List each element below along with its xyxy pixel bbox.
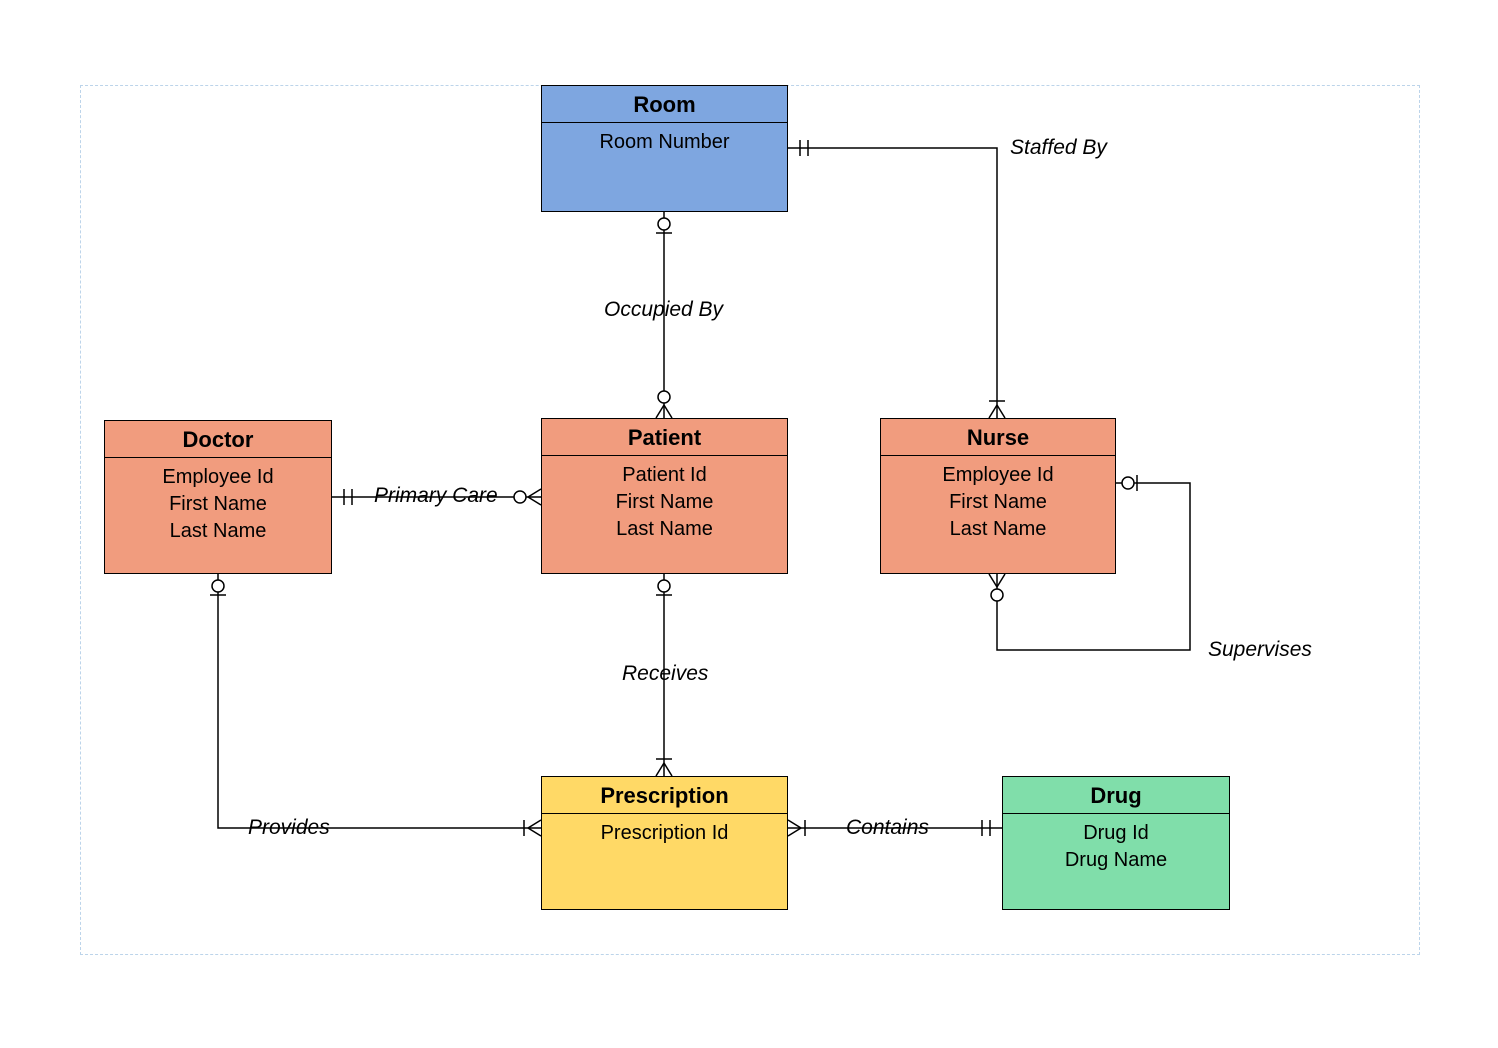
entity-doctor-attrs: Employee Id First Name Last Name xyxy=(105,458,331,551)
entity-nurse-attrs: Employee Id First Name Last Name xyxy=(881,456,1115,549)
rel-contains-label: Contains xyxy=(846,816,929,840)
rel-occupied-by-label: Occupied By xyxy=(604,298,723,322)
entity-nurse-title: Nurse xyxy=(881,419,1115,456)
entity-doctor-title: Doctor xyxy=(105,421,331,458)
rel-receives-label: Receives xyxy=(622,662,708,686)
entity-nurse[interactable]: Nurse Employee Id First Name Last Name xyxy=(880,418,1116,574)
entity-patient[interactable]: Patient Patient Id First Name Last Name xyxy=(541,418,788,574)
rel-staffed-by-label: Staffed By xyxy=(1010,136,1107,160)
rel-primary-care-label: Primary Care xyxy=(374,484,498,508)
rel-provides-label: Provides xyxy=(248,816,330,840)
entity-drug-title: Drug xyxy=(1003,777,1229,814)
entity-doctor[interactable]: Doctor Employee Id First Name Last Name xyxy=(104,420,332,574)
rel-supervises-label: Supervises xyxy=(1208,638,1312,662)
entity-room-title: Room xyxy=(542,86,787,123)
entity-prescription[interactable]: Prescription Prescription Id xyxy=(541,776,788,910)
entity-patient-title: Patient xyxy=(542,419,787,456)
entity-room[interactable]: Room Room Number xyxy=(541,85,788,212)
entity-prescription-attrs: Prescription Id xyxy=(542,814,787,853)
entity-patient-attrs: Patient Id First Name Last Name xyxy=(542,456,787,549)
entity-drug[interactable]: Drug Drug Id Drug Name xyxy=(1002,776,1230,910)
entity-drug-attrs: Drug Id Drug Name xyxy=(1003,814,1229,880)
entity-prescription-title: Prescription xyxy=(542,777,787,814)
entity-room-attrs: Room Number xyxy=(542,123,787,162)
